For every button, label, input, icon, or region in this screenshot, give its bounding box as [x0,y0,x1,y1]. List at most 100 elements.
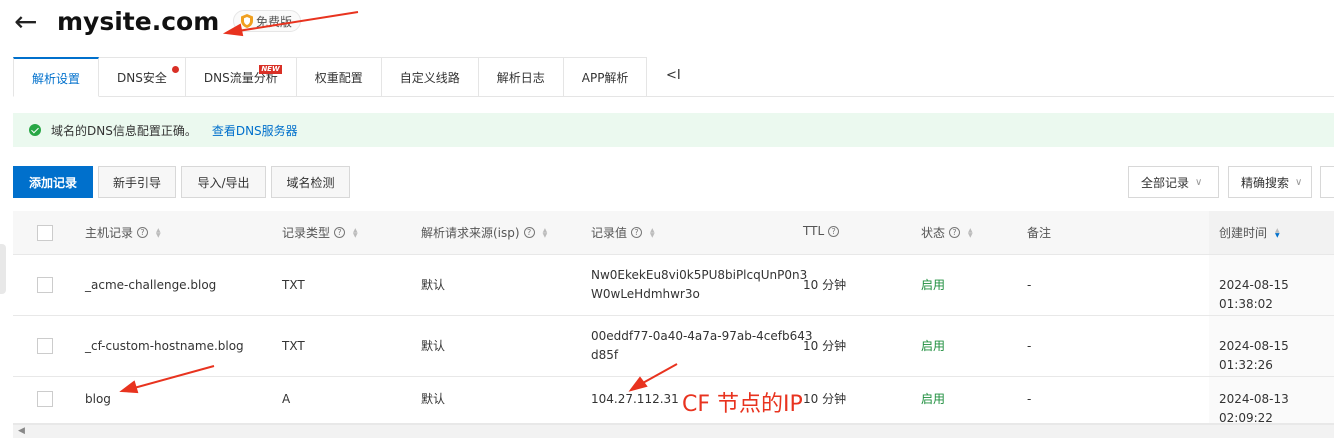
side-panel-handle[interactable] [0,244,6,294]
col-host[interactable]: 主机记录? ▲ ▼ [85,224,161,241]
table-row: _acme-challenge.blog TXT 默认 Nw0EkekEu8vi… [13,255,1334,316]
status-cell: 启用 [921,392,946,406]
remark-cell: - [1027,278,1032,292]
ttl-cell: 10 分钟 [803,339,847,353]
value-cell-line1: 00eddf77-0a40-4a7a-97ab-4cefb643 [591,329,813,343]
alert-message: 域名的DNS信息配置正确。 [51,123,197,138]
col-ttl: TTL? [803,224,840,238]
remark-cell: - [1027,339,1032,353]
tab-custom-lines[interactable]: 自定义线路 [381,57,479,97]
tab-app-resolve[interactable]: APP解析 [563,57,648,97]
isp-cell: 默认 [421,278,446,292]
col-ttl-label: TTL [803,224,825,238]
edition-badge-label: 免费版 [256,14,293,29]
tab-bar: 解析设置 DNS安全 DNS流量分析 NEW 权重配置 自定义线路 解析日志 AP… [13,57,648,97]
tab-resolve-logs[interactable]: 解析日志 [478,57,564,97]
help-icon[interactable]: ? [137,227,149,238]
table-row: _cf-custom-hostname.blog TXT 默认 00eddf77… [13,316,1334,377]
help-icon[interactable]: ? [949,227,961,238]
table-header: 主机记录? ▲ ▼ 记录类型? ▲ ▼ 解析请求来源(isp)? ▲ ▼ 记录值? ▲ ▼ TT… [13,211,1334,255]
horizontal-scrollbar[interactable]: ◀ [13,424,1334,438]
help-icon[interactable]: ? [828,225,840,237]
tab-label: 解析日志 [496,70,545,85]
scroll-left-icon[interactable]: ◀ [18,426,25,436]
value-cell-line2: d85f [591,348,619,362]
back-arrow-icon[interactable]: ← [14,8,37,36]
select-all-checkbox[interactable] [37,225,53,241]
chevron-down-icon: ∨ [1195,176,1203,188]
col-type-label: 记录类型 [282,226,331,240]
sort-icon[interactable]: ▲ ▼ [156,227,161,238]
tab-label: 自定义线路 [399,70,460,85]
row-checkbox[interactable] [37,338,53,354]
domain-title: mysite.com [57,7,220,36]
created-cell: 2024-08-15 01:32:26 [1219,339,1289,372]
sort-icon[interactable]: ▲ ▼ [353,227,358,238]
col-host-label: 主机记录 [85,226,134,240]
view-dns-servers-link[interactable]: 查看DNS服务器 [212,122,298,139]
remark-cell: - [1027,392,1032,406]
col-isp[interactable]: 解析请求来源(isp)? ▲ ▼ [421,224,547,241]
import-export-button[interactable]: 导入/导出 [181,166,266,198]
row-checkbox[interactable] [37,277,53,293]
tab-label: 权重配置 [314,70,363,85]
edition-badge: 免费版 [233,10,302,32]
status-cell: 启用 [921,339,946,353]
col-type[interactable]: 记录类型? ▲ ▼ [282,224,358,241]
tab-label: DNS安全 [117,70,167,85]
created-cell: 2024-08-15 01:38:02 [1219,278,1289,311]
ttl-cell: 10 分钟 [803,392,847,406]
type-cell: TXT [282,339,305,353]
sort-desc-icon[interactable]: ▲ ▼ [1275,227,1280,238]
exact-search-value: 精确搜索 [1241,175,1290,190]
beginner-guide-button[interactable]: 新手引导 [98,166,176,198]
col-remark-label: 备注 [1027,226,1052,240]
col-status-label: 状态 [921,226,946,240]
sort-icon[interactable]: ▲ ▼ [650,227,655,238]
status-cell: 启用 [921,278,946,292]
row-checkbox[interactable] [37,391,53,407]
col-created[interactable]: 创建时间 ▲ ▼ [1219,224,1280,241]
created-cell: 2024-08-13 02:09:22 [1219,392,1289,425]
host-cell: _acme-challenge.blog [85,278,217,292]
tab-dns-traffic[interactable]: DNS流量分析 NEW [185,57,297,97]
exact-search-select[interactable]: 精确搜索 ∨ [1228,166,1312,198]
col-remark: 备注 [1027,224,1051,241]
ttl-cell: 10 分钟 [803,278,847,292]
shield-icon [241,14,253,28]
value-cell-line1: 104.27.112.31 [591,392,679,406]
record-filter-select[interactable]: 全部记录 ∨ [1128,166,1219,198]
tab-weight-config[interactable]: 权重配置 [296,57,382,97]
host-cell: _cf-custom-hostname.blog [85,339,244,353]
new-tag: NEW [259,65,282,74]
isp-cell: 默认 [421,392,446,406]
help-icon[interactable]: ? [334,227,346,238]
host-cell: blog [85,392,111,406]
isp-cell: 默认 [421,339,446,353]
col-value-label: 记录值 [591,226,628,240]
value-cell-line2: W0wLeHdmhwr3o [591,287,700,301]
add-record-button[interactable]: 添加记录 [13,166,93,198]
col-isp-label: 解析请求来源(isp) [421,226,520,240]
annotation-cf-node-ip: CF 节点的IP [682,392,803,417]
chevron-down-icon: ∨ [1295,176,1303,188]
tab-dns-settings[interactable]: 解析设置 [13,57,100,97]
notification-dot [171,66,179,73]
help-icon[interactable]: ? [523,227,535,238]
tab-label: APP解析 [581,70,629,85]
domain-check-button[interactable]: 域名检测 [271,166,350,198]
tab-dns-security[interactable]: DNS安全 [99,57,186,97]
value-cell-line1: Nw0EkekEu8vi0k5PU8biPlcqUnP0n3 [591,268,808,282]
sort-icon[interactable]: ▲ ▼ [543,227,548,238]
record-filter-value: 全部记录 [1141,175,1190,190]
search-input[interactable] [1320,166,1334,198]
type-cell: TXT [282,278,305,292]
collapse-tabs-icon[interactable]: <I [666,68,681,83]
col-status[interactable]: 状态? ▲ ▼ [921,224,973,241]
col-created-label: 创建时间 [1219,226,1268,240]
type-cell: A [282,392,291,406]
tab-label: 解析设置 [32,71,81,86]
help-icon[interactable]: ? [631,227,643,238]
sort-icon[interactable]: ▲ ▼ [968,227,973,238]
col-value[interactable]: 记录值? ▲ ▼ [591,224,655,241]
